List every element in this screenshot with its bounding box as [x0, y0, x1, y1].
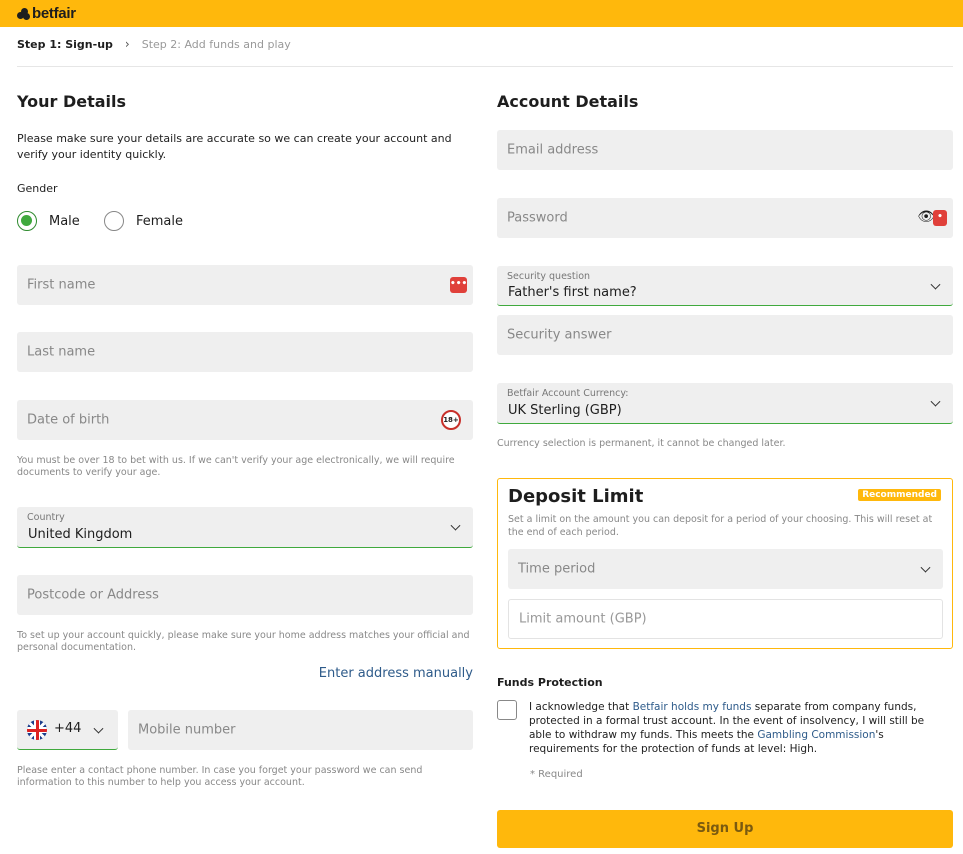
chevron-right-icon: › — [124, 37, 130, 51]
mobile-number-field[interactable]: Mobile number — [128, 710, 473, 750]
step-1-label: Step 1: Sign-up — [17, 37, 113, 51]
deposit-limit-panel: Deposit Limit Recommended Set a limit on… — [497, 478, 953, 649]
enter-address-manually-link[interactable]: Enter address manually — [319, 666, 473, 681]
phone-code-value: +44 — [54, 721, 82, 736]
radio-unselected-icon — [104, 211, 124, 231]
currency-hint: Currency selection is permanent, it cann… — [497, 438, 786, 449]
age-hint: You must be over 18 to bet with us. If w… — [17, 455, 455, 478]
currency-value: UK Sterling (GBP) — [508, 403, 622, 418]
gender-female-radio[interactable]: Female — [104, 211, 183, 231]
security-answer-placeholder: Security answer — [507, 327, 612, 343]
top-bar: betfair — [0, 0, 963, 27]
email-placeholder: Email address — [507, 142, 599, 158]
your-details-intro: Please make sure your details are accura… — [17, 132, 452, 161]
signup-steps: Step 1: Sign-up › Step 2: Add funds and … — [17, 37, 291, 51]
step-2-label: Step 2: Add funds and play — [141, 37, 291, 51]
chevron-down-icon — [930, 279, 941, 290]
date-of-birth-field[interactable]: Date of birth 18+ — [17, 400, 473, 440]
betfair-logo-icon — [17, 7, 31, 20]
time-period-select[interactable]: Time period — [508, 549, 943, 589]
phone-hint: Please enter a contact phone number. In … — [17, 765, 423, 788]
deposit-limit-description: Set a limit on the amount you can deposi… — [508, 514, 933, 538]
limit-amount-field[interactable]: Limit amount (GBP) — [508, 599, 943, 639]
funds-text-part-1: I acknowledge that — [529, 701, 633, 713]
gambling-commission-link[interactable]: Gambling Commission — [757, 729, 875, 741]
last-name-field[interactable]: Last name — [17, 332, 473, 372]
betfair-logo[interactable]: betfair — [17, 5, 76, 22]
country-label: Country — [27, 512, 65, 523]
password-manager-icon[interactable]: • — [933, 210, 947, 226]
sign-up-button[interactable]: Sign Up — [497, 810, 953, 848]
radio-selected-icon — [17, 211, 37, 231]
required-note: * Required — [530, 769, 583, 780]
funds-protection-text: I acknowledge that Betfair holds my fund… — [529, 700, 949, 756]
first-name-placeholder: First name — [27, 277, 96, 293]
brand-name: betfair — [32, 5, 76, 22]
betfair-holds-my-funds-link[interactable]: Betfair holds my funds — [633, 701, 752, 713]
funds-protection-checkbox[interactable] — [497, 700, 517, 720]
email-field[interactable]: Email address — [497, 130, 953, 170]
postcode-placeholder: Postcode or Address — [27, 587, 159, 603]
header-divider — [17, 66, 953, 67]
password-manager-icon[interactable]: ••• — [450, 277, 467, 293]
security-answer-field[interactable]: Security answer — [497, 315, 953, 355]
limit-amount-placeholder: Limit amount (GBP) — [519, 611, 647, 627]
address-hint: To set up your account quickly, please m… — [17, 630, 470, 653]
gender-male-label: Male — [49, 213, 80, 229]
mobile-number-placeholder: Mobile number — [138, 722, 236, 738]
funds-protection-title: Funds Protection — [497, 676, 603, 689]
country-select[interactable]: Country United Kingdom — [17, 507, 473, 548]
uk-flag-icon — [27, 720, 47, 740]
postcode-field[interactable]: Postcode or Address — [17, 575, 473, 615]
last-name-placeholder: Last name — [27, 344, 96, 360]
chevron-down-icon — [93, 723, 104, 734]
chevron-down-icon — [920, 562, 931, 573]
chevron-down-icon — [450, 520, 461, 531]
recommended-badge: Recommended — [858, 489, 941, 501]
deposit-limit-title: Deposit Limit — [508, 486, 644, 507]
gender-female-label: Female — [136, 213, 184, 229]
security-question-label: Security question — [507, 271, 591, 282]
gender-label: Gender — [17, 182, 58, 195]
phone-country-code-select[interactable]: +44 — [17, 710, 118, 750]
first-name-field[interactable]: First name ••• — [17, 265, 473, 305]
security-question-value: Father's first name? — [508, 285, 637, 300]
currency-select[interactable]: Betfair Account Currency: UK Sterling (G… — [497, 383, 953, 424]
chevron-down-icon — [930, 396, 941, 407]
age-18-plus-icon: 18+ — [441, 410, 461, 430]
time-period-placeholder: Time period — [518, 561, 596, 577]
gender-male-radio[interactable]: Male — [17, 211, 80, 231]
password-placeholder: Password — [507, 210, 568, 226]
your-details-title: Your Details — [17, 92, 127, 111]
password-field[interactable]: Password 👁 • — [497, 198, 953, 238]
account-details-title: Account Details — [497, 92, 639, 111]
country-value: United Kingdom — [28, 527, 133, 542]
date-of-birth-placeholder: Date of birth — [27, 412, 110, 428]
currency-label: Betfair Account Currency: — [507, 388, 629, 399]
security-question-select[interactable]: Security question Father's first name? — [497, 266, 953, 306]
